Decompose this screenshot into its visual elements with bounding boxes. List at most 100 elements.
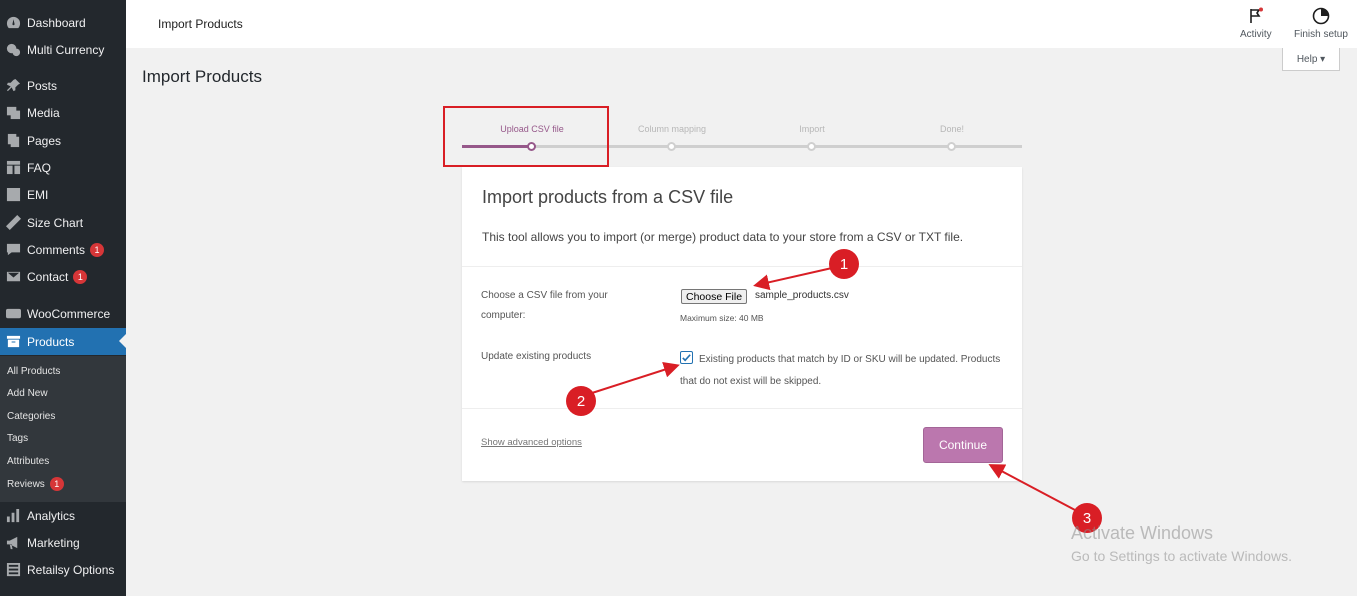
update-existing-checkbox[interactable] — [680, 351, 693, 364]
divider — [462, 266, 1022, 267]
header-title: Import Products — [158, 17, 243, 31]
card-description: This tool allows you to import (or merge… — [482, 230, 964, 244]
step-import: Import — [799, 124, 825, 134]
activity-label: Activity — [1240, 29, 1272, 40]
submenu-item-categories[interactable]: Categories — [7, 411, 55, 422]
update-field-label: Update existing products — [481, 351, 592, 362]
flag-icon — [1250, 7, 1263, 23]
emi-icon — [5, 187, 21, 203]
submenu-item-tags[interactable]: Tags — [7, 433, 28, 444]
selected-file-name: sample_products.csv — [755, 290, 849, 301]
pages-icon — [5, 133, 21, 149]
choose-file-button[interactable]: Choose File — [681, 289, 748, 304]
import-card: Import products from a CSV file This too… — [462, 167, 1022, 481]
archive-icon — [5, 334, 21, 350]
activate-windows-watermark-title: Activate Windows — [1071, 523, 1214, 543]
sidebar-item-products[interactable]: Products — [0, 328, 126, 355]
megaphone-icon — [5, 535, 21, 551]
ruler-icon — [5, 215, 21, 231]
contact-count-badge: 1 — [73, 269, 88, 284]
divider — [462, 408, 1022, 409]
sidebar-item-label: Posts — [27, 78, 58, 93]
woo-icon — [5, 306, 21, 322]
progress-circle-icon — [1312, 7, 1330, 25]
sidebar-item-marketing[interactable]: Marketing — [0, 529, 126, 556]
sidebar-item-pages[interactable]: Pages — [0, 127, 126, 154]
products-submenu: All Products Add New Categories Tags Att… — [0, 356, 126, 502]
checkmark-icon — [682, 354, 691, 362]
comment-icon — [5, 242, 21, 258]
dashboard-icon — [5, 15, 21, 31]
step-done: Done! — [939, 124, 965, 134]
help-tab-button[interactable]: Help ▾ — [1282, 48, 1340, 71]
submenu-item-reviews[interactable]: Reviews 1 — [7, 477, 64, 491]
card-title: Import products from a CSV file — [482, 187, 734, 207]
media-icon — [5, 105, 21, 121]
sidebar-item-contact[interactable]: Contact 1 — [0, 263, 126, 290]
comments-count-badge: 1 — [90, 242, 105, 257]
sidebar-item-label: Retailsy Options — [27, 562, 115, 577]
annotation-callout-2: 2 — [566, 386, 596, 416]
finish-setup-button[interactable]: Finish setup — [1294, 7, 1348, 40]
mail-icon — [5, 269, 21, 285]
continue-button[interactable]: Continue — [923, 427, 1003, 463]
currency-icon — [5, 42, 21, 58]
sidebar-item-label: Media — [27, 105, 60, 120]
sidebar-item-label: Multi Currency — [27, 42, 105, 57]
sidebar-item-comments[interactable]: Comments 1 — [0, 236, 126, 263]
submenu-item-label: Attributes — [7, 456, 50, 467]
file-field-label-line2: computer: — [481, 310, 526, 321]
submenu-item-label: Add New — [7, 388, 48, 399]
sidebar-item-label: Marketing — [27, 535, 80, 550]
sidebar-item-label: Comments — [27, 242, 86, 257]
show-advanced-options-link[interactable]: Show advanced options — [481, 437, 582, 448]
sidebar-item-size-chart[interactable]: Size Chart — [0, 209, 126, 236]
sidebar-item-dashboard[interactable]: Dashboard — [0, 9, 126, 36]
file-field-label: Choose a CSV file from your computer: — [481, 286, 608, 326]
sidebar-item-label: Analytics — [27, 508, 76, 523]
sidebar-item-label: Dashboard — [27, 15, 86, 30]
sidebar-item-faq[interactable]: FAQ — [0, 154, 126, 181]
top-header-bar: Import Products Activity Finish setup — [126, 0, 1357, 48]
submenu-item-all-products[interactable]: All Products — [7, 366, 60, 377]
chart-bar-icon — [5, 508, 21, 524]
sidebar-item-label: Products — [27, 334, 75, 349]
submenu-item-label: All Products — [7, 366, 61, 377]
submenu-item-attributes[interactable]: Attributes — [7, 456, 49, 467]
sidebar-item-label: Size Chart — [27, 215, 84, 230]
file-field-label-line1: Choose a CSV file from your — [481, 290, 608, 301]
admin-sidebar: Dashboard Multi Currency Posts Media Pag… — [0, 0, 126, 596]
step-column-mapping: Column mapping — [637, 124, 707, 134]
activate-windows-watermark-subtitle: Go to Settings to activate Windows. — [1071, 548, 1292, 564]
annotation-callout-1: 1 — [829, 249, 859, 279]
submenu-item-add-new[interactable]: Add New — [7, 388, 48, 399]
submenu-item-label: Categories — [7, 411, 56, 422]
list-icon — [5, 562, 21, 578]
page-title: Import Products — [142, 67, 262, 86]
submenu-item-label: Tags — [7, 433, 29, 444]
sidebar-item-label: FAQ — [27, 160, 52, 175]
sidebar-item-analytics[interactable]: Analytics — [0, 502, 126, 529]
finish-setup-label: Finish setup — [1294, 29, 1348, 40]
max-size-hint: Maximum size: 40 MB — [680, 313, 764, 323]
faq-icon — [5, 160, 21, 176]
sidebar-item-media[interactable]: Media — [0, 99, 126, 126]
reviews-count-badge: 1 — [49, 477, 64, 491]
sidebar-item-label: EMI — [27, 187, 49, 202]
sidebar-item-multi-currency[interactable]: Multi Currency — [0, 36, 126, 63]
step-dot-import — [807, 142, 816, 151]
sidebar-item-woocommerce[interactable]: WooCommerce — [0, 300, 126, 327]
annotation-highlight-box — [443, 106, 609, 167]
sidebar-item-label: WooCommerce — [27, 306, 111, 321]
pin-icon — [5, 78, 21, 94]
step-dot-done — [947, 142, 956, 151]
update-description: Existing products that match by ID or SK… — [680, 354, 1001, 387]
step-dot-mapping — [667, 142, 676, 151]
sidebar-item-label: Pages — [27, 133, 62, 148]
submenu-item-label: Reviews — [7, 478, 45, 490]
sidebar-item-retailsy-options[interactable]: Retailsy Options — [0, 556, 126, 583]
sidebar-item-posts[interactable]: Posts — [0, 72, 126, 99]
sidebar-item-label: Contact — [27, 269, 69, 284]
activity-button[interactable]: Activity — [1240, 7, 1272, 40]
sidebar-item-emi[interactable]: EMI — [0, 181, 126, 208]
